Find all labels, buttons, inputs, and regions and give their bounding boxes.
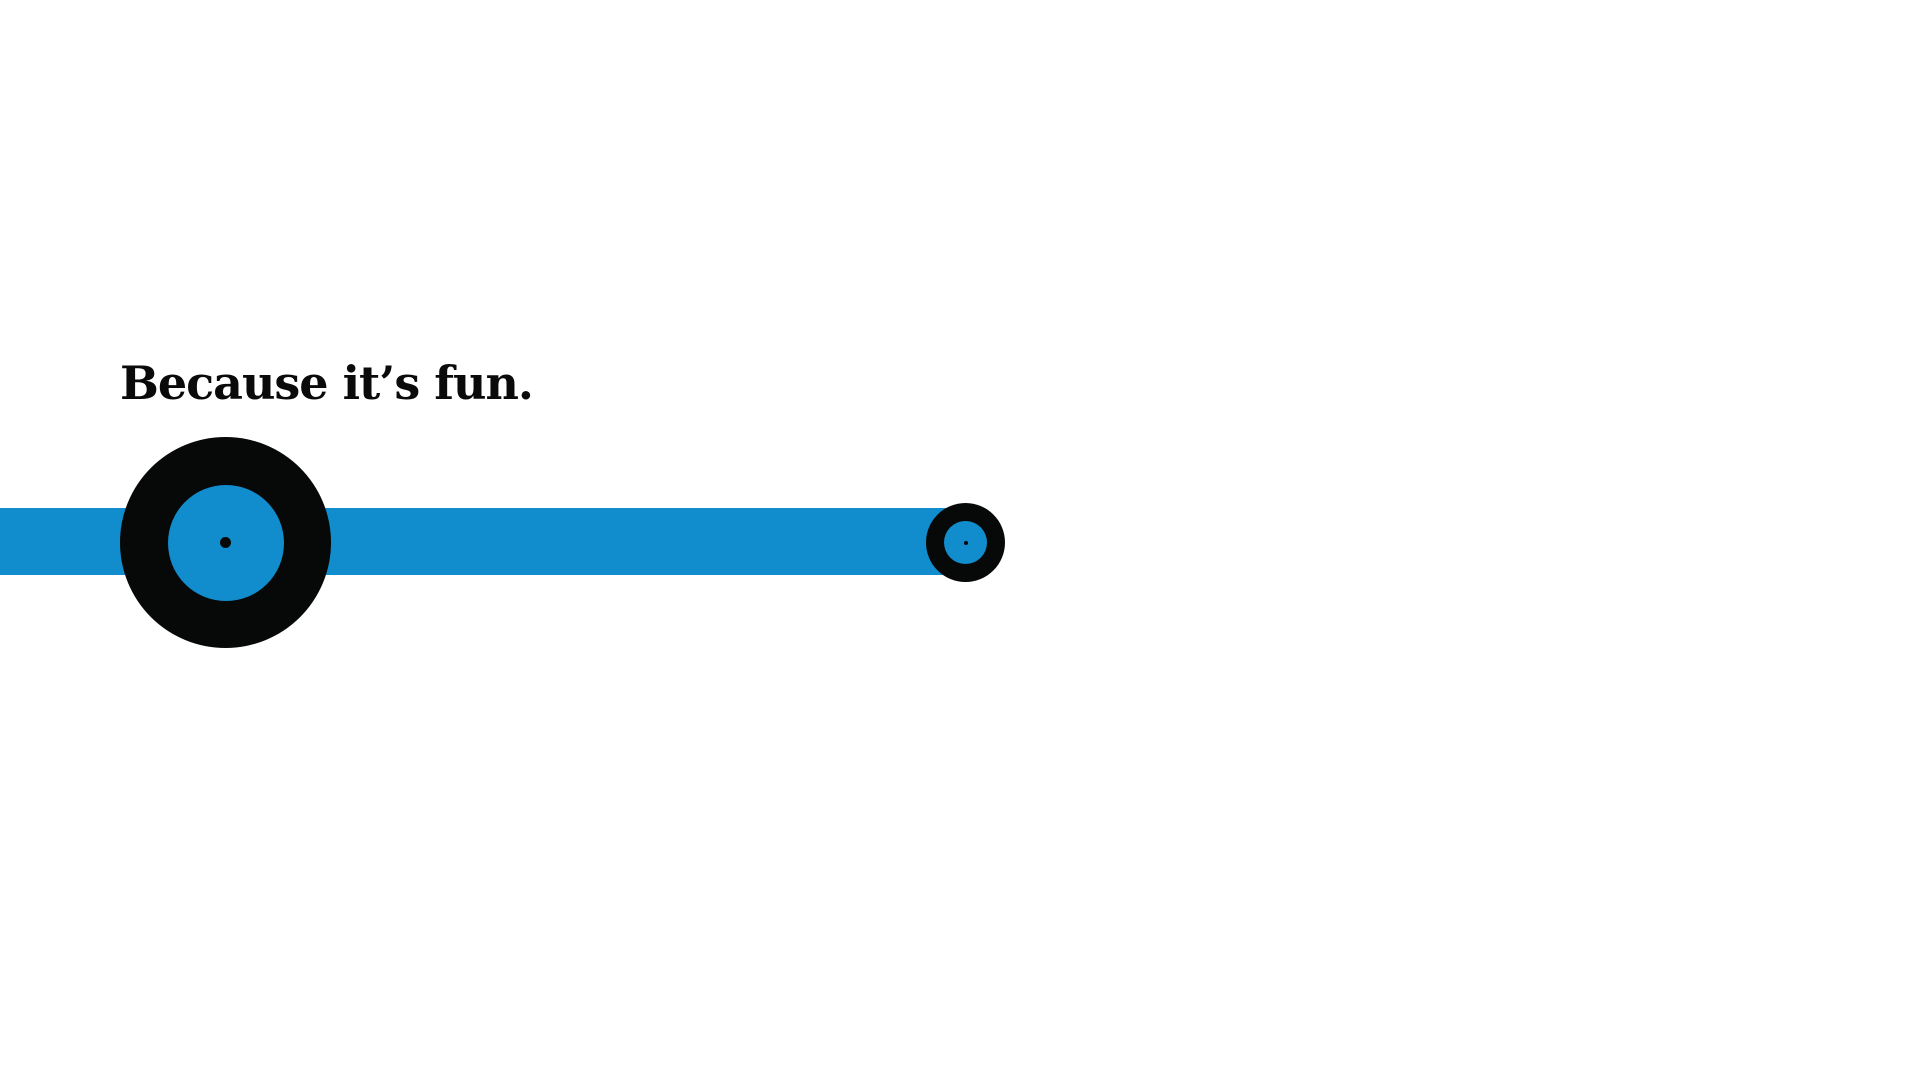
large-disc-spindle-hole xyxy=(220,537,231,548)
headline: Because it’s fun. xyxy=(120,356,534,410)
large-record-disc-icon xyxy=(120,437,331,648)
large-disc-label xyxy=(167,484,284,601)
small-disc-spindle-hole xyxy=(963,540,968,545)
small-disc-label xyxy=(944,521,987,564)
small-record-disc-icon xyxy=(926,503,1005,582)
slide-canvas: Because it’s fun. xyxy=(0,0,1920,1080)
